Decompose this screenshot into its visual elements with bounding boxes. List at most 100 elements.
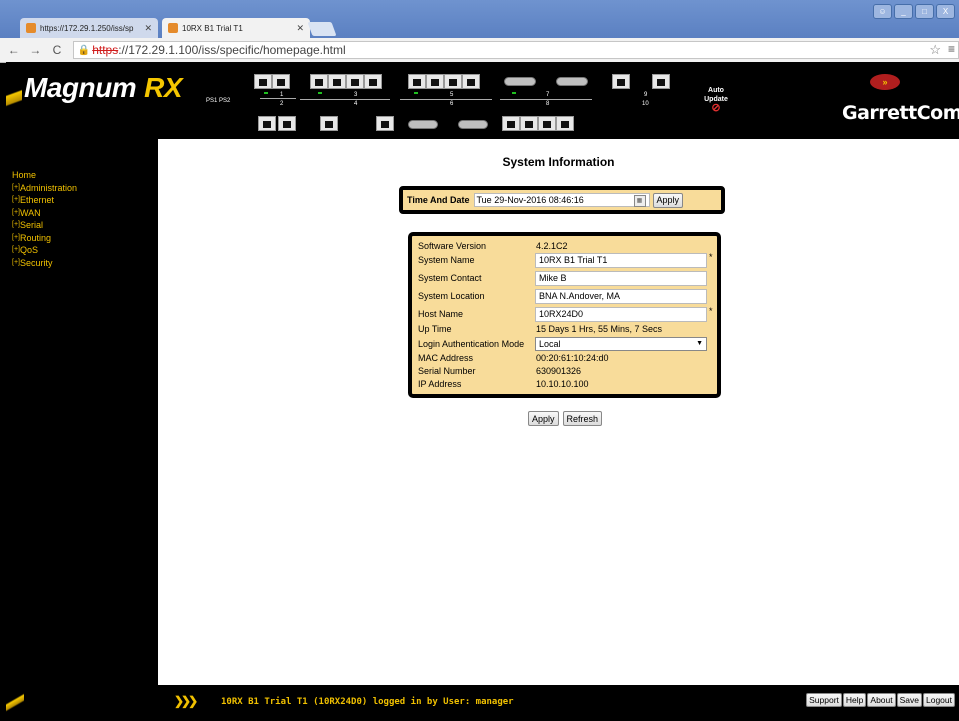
port-divider — [300, 99, 390, 100]
sidebar-item-ethernet[interactable]: [+]Ethernet — [12, 194, 158, 207]
port-number-label: 2 — [280, 101, 284, 107]
host-name-input[interactable]: 10RX24D0 — [535, 307, 707, 322]
back-icon[interactable]: ← — [6, 43, 22, 57]
apply-button[interactable]: Apply — [528, 411, 559, 426]
system-location-input[interactable]: BNA N.Andover, MA — [535, 289, 707, 304]
close-tab-icon[interactable]: ✕ — [144, 23, 152, 34]
expand-icon: [+] — [12, 196, 20, 203]
ethernet-port-icon[interactable] — [612, 74, 630, 89]
ethernet-port-icon[interactable] — [254, 74, 272, 89]
sidebar-item-label: Routing — [19, 232, 52, 243]
port-number-label: 10 — [642, 101, 649, 107]
port-number-label: 9 — [644, 92, 648, 98]
ethernet-port-icon[interactable] — [444, 74, 462, 89]
port-divider — [400, 99, 492, 100]
software-version-value: 4.2.1C2 — [536, 241, 568, 251]
mac-address-value: 00:20:61:10:24:d0 — [536, 353, 609, 363]
sidebar-item-wan[interactable]: [+]WAN — [12, 207, 158, 220]
port-led — [414, 92, 418, 94]
close-window-button[interactable]: X — [936, 4, 955, 19]
decorative-slash — [6, 685, 24, 721]
ip-address-row: IP Address 10.10.10.100 — [418, 379, 714, 392]
ethernet-port-icon[interactable] — [556, 116, 574, 131]
magnum-rx-logo: Magnum RX — [24, 72, 183, 104]
window-controls: ☺ _ □ X — [873, 4, 955, 19]
mac-address-row: MAC Address 00:20:61:10:24:d0 — [418, 353, 714, 366]
sidebar-item-administration[interactable]: [+]Administration — [12, 182, 158, 195]
up-time-row: Up Time 15 Days 1 Hrs, 55 Mins, 7 Secs — [418, 324, 714, 337]
forward-icon[interactable]: → — [28, 43, 44, 57]
logo-suffix: RX — [144, 72, 183, 103]
tab-title: https://172.29.1.250/iss/sp — [40, 23, 134, 33]
serial-port-icon[interactable] — [504, 77, 536, 86]
sidebar-item-home[interactable]: Home — [12, 169, 158, 182]
about-button[interactable]: About — [867, 693, 896, 707]
menu-icon[interactable]: ≡ — [948, 42, 955, 56]
navigation-bar: ← → C 🔒 https ://172.29.1.100/iss/specif… — [0, 38, 959, 63]
system-location-row: System Location BNA N.Andover, MA — [418, 289, 714, 304]
ethernet-port-icon[interactable] — [538, 116, 556, 131]
bookmark-star-icon[interactable]: ☆ — [929, 42, 941, 58]
sidebar-item-qos[interactable]: [+]QoS — [12, 244, 158, 257]
sidebar-item-label: QoS — [19, 245, 38, 255]
ethernet-port-icon[interactable] — [272, 74, 290, 89]
maximize-button[interactable]: □ — [915, 4, 934, 19]
refresh-button[interactable]: Refresh — [562, 411, 603, 426]
time-apply-button[interactable]: Apply — [652, 192, 684, 208]
logo-main: Magnum — [24, 72, 137, 103]
insecure-lock-icon: 🔒 — [77, 44, 91, 56]
ethernet-port-icon[interactable] — [278, 116, 296, 131]
ethernet-port-icon[interactable] — [310, 74, 328, 89]
ethernet-port-icon[interactable] — [258, 116, 276, 131]
system-contact-input[interactable]: Mike B — [535, 271, 707, 286]
port-led — [318, 92, 322, 94]
ethernet-port-icon[interactable] — [426, 74, 444, 89]
reload-icon[interactable]: C — [49, 43, 65, 57]
ethernet-port-icon[interactable] — [462, 74, 480, 89]
ethernet-port-icon[interactable] — [328, 74, 346, 89]
sidebar-item-label: Security — [19, 257, 53, 268]
user-icon[interactable]: ☺ — [873, 4, 892, 19]
system-name-input[interactable]: 10RX B1 Trial T1 — [535, 253, 707, 268]
serial-port-icon[interactable] — [408, 120, 438, 129]
close-tab-icon[interactable]: ✕ — [296, 23, 304, 34]
new-tab-button[interactable] — [307, 22, 337, 36]
minimize-button[interactable]: _ — [894, 4, 913, 19]
browser-tab-1[interactable]: https://172.29.1.250/iss/sp ✕ — [20, 18, 158, 38]
url-scheme: https — [92, 43, 119, 57]
sidebar-item-label: Ethernet — [19, 195, 55, 205]
ethernet-port-icon[interactable] — [520, 116, 538, 131]
save-button[interactable]: Save — [896, 693, 922, 707]
favicon-icon — [26, 23, 36, 33]
ethernet-port-icon[interactable] — [652, 74, 670, 89]
help-button[interactable]: Help — [842, 693, 867, 707]
calendar-icon[interactable]: ▦ — [633, 195, 646, 207]
port-divider — [260, 98, 296, 99]
expand-icon: [+] — [12, 246, 20, 253]
sidebar: Home [+]Administration [+]Ethernet [+]WA… — [6, 139, 158, 685]
ethernet-port-icon[interactable] — [376, 116, 394, 131]
ethernet-port-icon[interactable] — [320, 116, 338, 131]
serial-port-icon[interactable] — [458, 120, 488, 129]
login-auth-select[interactable]: Local ▼ — [535, 337, 707, 351]
field-label: Software Version — [418, 241, 487, 251]
page-title: System Information — [502, 155, 615, 169]
time-and-date-input[interactable]: Tue 29-Nov-2016 08:46:16 ▦ — [473, 193, 650, 207]
ethernet-port-icon[interactable] — [408, 74, 426, 89]
ethernet-port-icon[interactable] — [346, 74, 364, 89]
power-supply-labels: PS1 PS2 — [206, 98, 231, 104]
sidebar-item-routing[interactable]: [+]Routing — [12, 232, 158, 245]
ethernet-port-icon[interactable] — [364, 74, 382, 89]
browser-tab-2[interactable]: 10RX B1 Trial T1 ✕ — [162, 18, 310, 38]
login-auth-value: Local — [539, 339, 561, 349]
sidebar-item-security[interactable]: [+]Security — [12, 257, 158, 270]
logout-button[interactable]: Logout — [923, 693, 955, 707]
decorative-slash — [6, 62, 22, 139]
serial-port-icon[interactable] — [556, 77, 588, 86]
auto-update-indicator[interactable]: Auto Update ⊘ — [699, 86, 733, 114]
ethernet-port-icon[interactable] — [502, 116, 520, 131]
garrettcom-swoosh-icon: » — [870, 74, 900, 90]
address-bar[interactable]: 🔒 https ://172.29.1.100/iss/specific/hom… — [72, 41, 959, 59]
support-button[interactable]: Support — [806, 693, 842, 707]
sidebar-item-serial[interactable]: [+]Serial — [12, 219, 158, 232]
